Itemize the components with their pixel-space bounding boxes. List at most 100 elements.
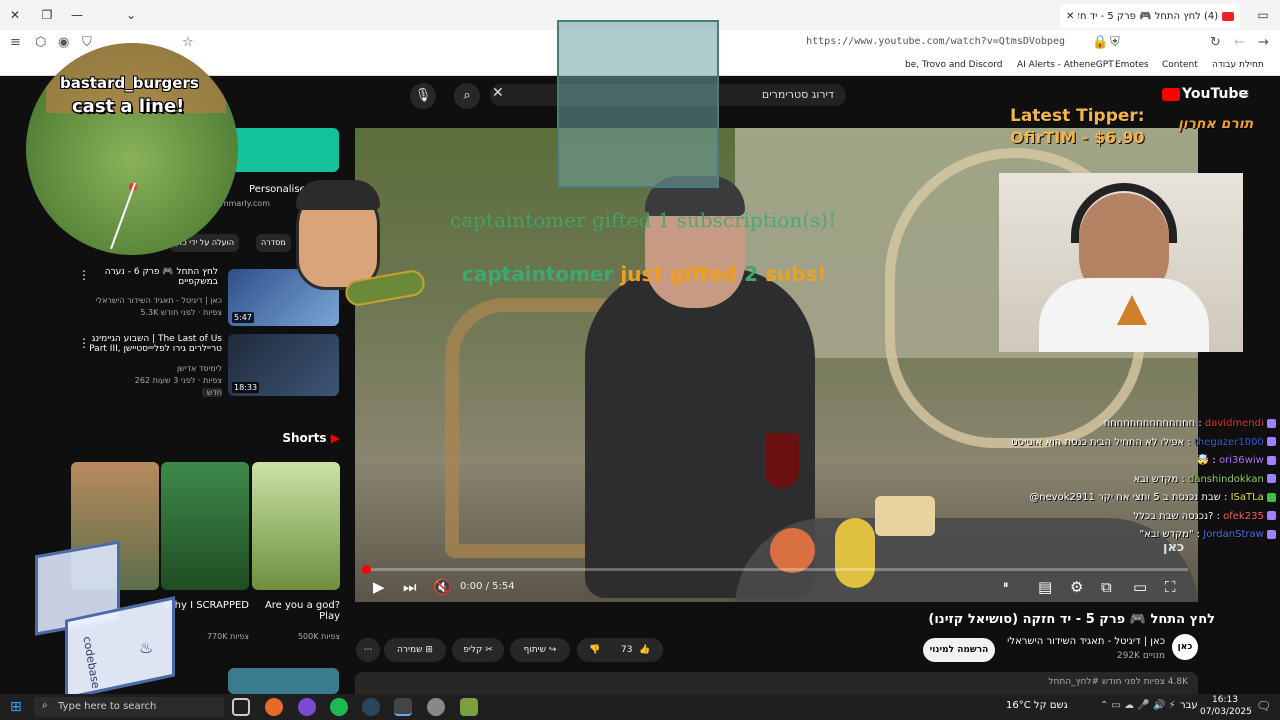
like-dislike-group[interactable]: 👎 73 👍 <box>577 638 663 662</box>
more-actions-button[interactable]: ⋯ <box>356 638 380 662</box>
chat-message: 🤯 : ori36wiw <box>1002 455 1280 474</box>
short-views: 500K צפיות <box>297 632 340 641</box>
save-button[interactable]: שמירה ⊞ <box>384 638 446 662</box>
minimize-window-icon[interactable]: — <box>62 0 92 30</box>
weather-widget[interactable]: 16°C גשם קל <box>1006 700 1068 711</box>
channel-avatar[interactable]: כאן <box>1172 634 1198 660</box>
clip-button[interactable]: קליפ ✂ <box>452 638 504 662</box>
spotify-icon[interactable] <box>330 698 348 716</box>
bookmark-item[interactable]: תחילת עבודה <box>1212 60 1264 70</box>
windows-taskbar: ⊞ Type here to search ⌕ 16°C גשם קל ⌃ ▭ … <box>0 694 1280 720</box>
tray-icons[interactable]: ⌃ ▭ ☁ 🎤 🔊 ⚡ <box>1100 700 1176 711</box>
language-indicator[interactable]: עבר <box>1180 700 1198 711</box>
overlay-streamer-name: bastard_burgers <box>60 74 199 92</box>
close-window-icon[interactable]: ✕ <box>0 0 30 30</box>
video-title-main: לחץ התחל 🎮 פרק 5 - יד חזקה (סושיאל קזינו… <box>928 612 1215 627</box>
youtube-favicon-icon <box>1221 11 1234 21</box>
microphone-icon[interactable]: 🎙 <box>410 83 436 109</box>
mute-icon[interactable]: 🔇 <box>433 578 452 596</box>
ad-thumbnail[interactable] <box>228 128 339 172</box>
dislike-icon[interactable]: 👎 <box>589 638 600 662</box>
video-channel: לימיסד אדישן <box>176 364 222 373</box>
short-title[interactable]: Are you a god? Play <box>252 600 340 622</box>
task-view-icon[interactable] <box>232 698 250 716</box>
app-icon-purple[interactable] <box>298 698 316 716</box>
chat-message: חחחחחחחחחחחחחח : davidmendi <box>1002 418 1280 437</box>
hamburger-menu-icon[interactable]: ≡ <box>1238 86 1250 102</box>
tracking-shield-icon[interactable]: ⛨ <box>1110 35 1120 50</box>
tab-close-icon[interactable]: ✕ <box>1066 11 1074 22</box>
windows-start-icon[interactable]: ⊞ <box>10 699 22 715</box>
more-actions-icon[interactable]: ⋮ <box>78 268 90 282</box>
progress-handle[interactable] <box>362 565 371 574</box>
taskbar-search-input[interactable]: Type here to search <box>34 697 224 717</box>
app-icon-green[interactable] <box>460 698 478 716</box>
video-thumbnail[interactable]: 18:33 <box>228 334 339 396</box>
subtitles-icon[interactable]: ▤ <box>1038 578 1052 596</box>
video-title[interactable]: לחץ התחל 🎮 פרק 6 - נערה במשקפיים <box>90 267 218 287</box>
save-icon: ⊞ <box>425 645 433 655</box>
subscribe-button[interactable]: הרשמה למינוי <box>923 638 995 662</box>
bookmark-item[interactable]: AI Alerts - AtheneGPT <box>1017 60 1114 70</box>
forward-icon[interactable]: → <box>1258 35 1269 50</box>
share-button[interactable]: שיתוף ↪ <box>510 638 570 662</box>
channel-name[interactable]: כאן | דיגיטל - תאגיד השידור הישראלי <box>1005 636 1165 647</box>
autoplay-toggle-icon[interactable]: ⏸ <box>1003 578 1009 592</box>
menu-icon[interactable]: ≡ <box>10 35 21 50</box>
like-count: 73 <box>621 645 633 655</box>
chat-message: "מקדש ובא" : JordanStraw <box>1002 529 1280 548</box>
tab-youtube[interactable]: ✕ (4) לחץ התחל 🎮 פרק 5 - יד חז… <box>1060 4 1240 28</box>
more-actions-icon[interactable]: ⋮ <box>78 336 90 350</box>
notifications-icon[interactable]: 🗨 <box>1256 699 1271 713</box>
chat-message: אפילו לא התחיל הבית כנסת הוא אוטיסט : th… <box>1002 437 1280 456</box>
settings-gear-icon[interactable]: ⚙ <box>1070 578 1083 596</box>
fullscreen-icon[interactable]: ⛶ <box>1165 578 1176 596</box>
video-meta: 262 צפיות · לפני 3 שעות <box>134 376 222 385</box>
java-cup-icon: ♨ <box>139 638 154 657</box>
stream-chat: חחחחחחחחחחחחחח : davidmendi אפילו לא התח… <box>1002 418 1280 548</box>
steam-icon[interactable] <box>362 698 380 716</box>
video-description[interactable]: 4.8K צפיות לפני חודש #לחץ_התחל <box>355 672 1198 694</box>
restore-window-icon[interactable]: ❐ <box>32 0 62 30</box>
screen: ✕ ❐ — ⌄ + ✕ (4) לחץ התחל 🎮 פרק 5 - יד חז… <box>0 0 1280 720</box>
firefox-icon[interactable] <box>265 698 283 716</box>
url-field[interactable]: https://www.youtube.com/watch?v=QtmsDVob… <box>806 36 1065 47</box>
miniplayer-icon[interactable]: ⧉ <box>1101 578 1112 596</box>
codebase-cube-overlay: codebase ♨ <box>35 538 175 704</box>
video-channel: כאן | דיגיטל - תאגיד השידור הישראלי <box>95 296 222 305</box>
like-icon[interactable]: 👍 <box>639 638 650 662</box>
youtube-logo[interactable]: YouTube <box>1162 86 1248 102</box>
next-icon[interactable]: ⏭ <box>403 578 417 596</box>
theater-mode-icon[interactable]: ▭ <box>1133 578 1147 596</box>
tab-list-chevron-icon[interactable]: ⌄ <box>116 0 146 30</box>
lock-icon: 🔒 <box>1092 35 1109 50</box>
obs-icon[interactable] <box>394 698 412 716</box>
video-title[interactable]: השבוע הגיימינג | The Last of Us Part III… <box>82 334 222 354</box>
search-icon: ⌕ <box>42 700 48 711</box>
back-icon[interactable]: ← <box>1234 35 1245 50</box>
avatar-hair <box>296 180 380 210</box>
tab-title: (4) לחץ התחל 🎮 פרק 5 - יד חז… <box>1078 10 1219 22</box>
extensions-icon[interactable]: ⬡ <box>35 35 46 50</box>
short-thumbnail[interactable] <box>252 462 340 590</box>
latest-tipper-label: Latest Tipper: <box>1010 106 1145 126</box>
progress-bar[interactable] <box>362 565 1188 574</box>
video-meta: 5.3K צפיות · לפני חודש <box>140 308 222 317</box>
bookmark-item[interactable]: be, Trovo and Discord <box>905 60 1002 70</box>
subscriber-count: 292K מנויים <box>1116 651 1165 661</box>
sidebar-toggle-icon[interactable]: ▭ <box>1248 0 1278 30</box>
bookmark-item[interactable]: Content <box>1162 60 1198 70</box>
shorts-heading: Shorts ▶ <box>282 431 340 445</box>
app-icon-gray[interactable] <box>427 698 445 716</box>
search-icon[interactable]: ⌕ <box>454 83 480 109</box>
play-icon[interactable]: ▶ <box>373 578 385 596</box>
video-thumbnail[interactable] <box>228 668 339 694</box>
clock-date[interactable]: 07/03/2025 <box>1200 707 1252 717</box>
clear-search-icon[interactable]: ✕ <box>492 85 504 101</box>
clock-time[interactable]: 16:13 <box>1212 695 1238 705</box>
reload-icon[interactable]: ↻ <box>1210 35 1221 50</box>
new-badge: חדש <box>202 388 222 397</box>
bookmark-item[interactable]: Emotes <box>1115 60 1149 70</box>
overlay-caption: cast a line! <box>72 96 185 117</box>
chip-series[interactable]: מסדרה <box>256 234 291 252</box>
